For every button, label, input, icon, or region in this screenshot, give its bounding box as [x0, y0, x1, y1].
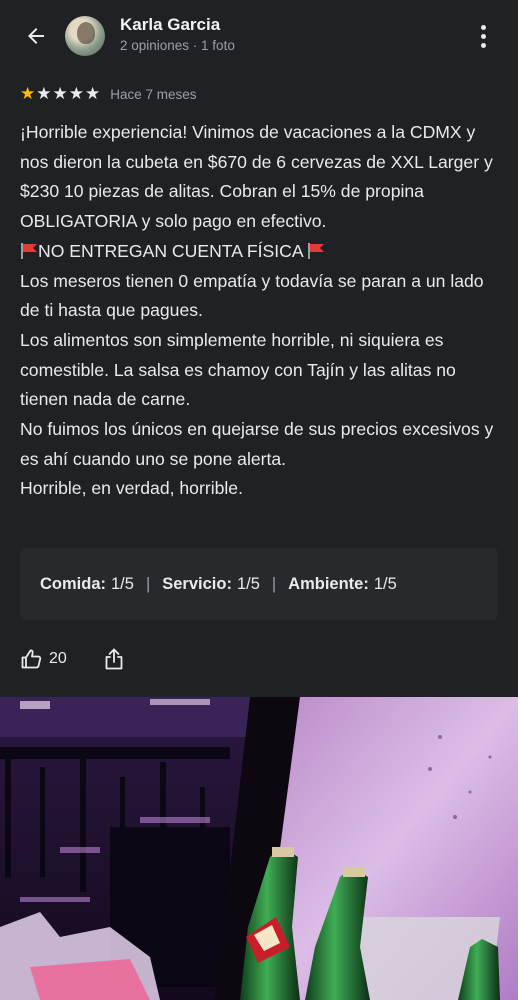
avatar[interactable]: [65, 16, 105, 56]
service-rating: 1/5: [236, 574, 260, 593]
review-paragraph: ¡Horrible experiencia! Vinimos de vacaci…: [20, 122, 493, 232]
thumb-up-icon: [21, 649, 42, 669]
food-rating: 1/5: [111, 574, 134, 593]
review-header: Karla Garcia 2 opiniones · 1 foto: [0, 0, 518, 76]
category-ratings: Comida: 1/5 | Servicio: 1/5 | Ambiente: …: [20, 548, 498, 620]
share-icon: [105, 648, 123, 670]
like-count: 20: [49, 650, 67, 667]
review-highlight: NO ENTREGAN CUENTA FÍSICA: [38, 240, 303, 261]
red-flag-icon: [21, 242, 37, 259]
review-photo[interactable]: [0, 697, 518, 1000]
star-icon: ★: [85, 84, 101, 103]
more-options-button[interactable]: [470, 22, 496, 50]
review-paragraph: Horrible, en verdad, horrible.: [20, 478, 243, 499]
divider: |: [271, 574, 277, 593]
food-label: Comida:: [40, 574, 106, 593]
service-label: Servicio:: [162, 574, 232, 593]
star-icon: ★: [52, 84, 68, 103]
bar-interior-photo: [0, 697, 518, 1000]
star-rating: ★ ★ ★ ★ ★: [20, 84, 100, 104]
reviewer-meta: 2 opiniones · 1 foto: [120, 38, 235, 53]
ambience-label: Ambiente:: [288, 574, 369, 593]
like-button[interactable]: 20: [20, 645, 67, 673]
back-button[interactable]: [20, 22, 52, 50]
review-date: Hace 7 meses: [110, 86, 197, 102]
review-paragraph: Los meseros tienen 0 empatía y todavía s…: [20, 270, 484, 321]
share-button[interactable]: [100, 644, 128, 674]
review-screen: Karla Garcia 2 opiniones · 1 foto ★ ★ ★ …: [0, 0, 518, 1000]
review-text: ¡Horrible experiencia! Vinimos de vacaci…: [20, 118, 498, 504]
review-paragraph: Los alimentos son simplemente horrible, …: [20, 329, 456, 410]
ambience-rating: 1/5: [373, 574, 397, 593]
review-paragraph: No fuimos los únicos en quejarse de sus …: [20, 419, 494, 469]
rating-row: ★ ★ ★ ★ ★ Hace 7 meses: [20, 84, 197, 104]
review-paragraph-flagged: NO ENTREGAN CUENTA FÍSICA: [20, 237, 498, 267]
red-flag-icon: [308, 242, 325, 259]
arrow-back-icon: [28, 28, 44, 44]
star-icon: ★: [36, 84, 52, 103]
star-icon: ★: [68, 84, 84, 103]
star-icon: ★: [20, 84, 36, 103]
divider: |: [145, 574, 151, 593]
reviewer-name[interactable]: Karla Garcia: [120, 15, 220, 35]
more-vert-icon: [480, 24, 486, 48]
